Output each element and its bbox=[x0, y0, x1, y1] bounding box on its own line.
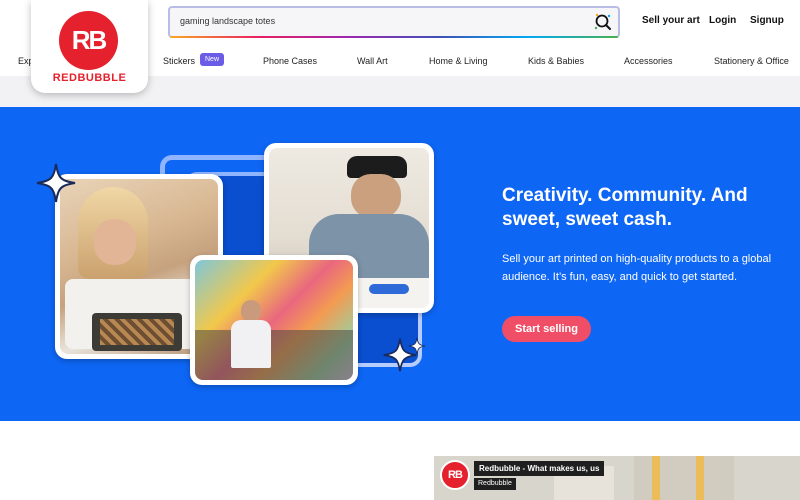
video-channel-avatar[interactable]: RB bbox=[440, 460, 470, 490]
video-frame-decor bbox=[634, 456, 734, 500]
login-link[interactable]: Login bbox=[709, 15, 736, 26]
logo-wordmark: REDBUBBLE bbox=[52, 72, 127, 84]
redbubble-logo[interactable]: RB REDBUBBLE bbox=[31, 0, 148, 93]
video-preview[interactable]: RB Redbubble - What makes us, us Redbubb… bbox=[434, 456, 800, 500]
nav-item-wall-art[interactable]: Wall Art bbox=[357, 56, 388, 66]
artist-photo-mural bbox=[190, 255, 358, 385]
search-input[interactable]: gaming landscape totes bbox=[180, 16, 275, 26]
hero-title: Creativity. Community. And sweet, sweet … bbox=[502, 185, 748, 230]
nav-item-phone-cases[interactable]: Phone Cases bbox=[263, 56, 317, 66]
hero-description: Sell your art printed on high-quality pr… bbox=[502, 253, 772, 283]
signup-link[interactable]: Signup bbox=[750, 15, 784, 26]
nav-item-home-living[interactable]: Home & Living bbox=[429, 56, 488, 66]
logo-mark: RB bbox=[59, 11, 118, 70]
nav-item-kids-babies[interactable]: Kids & Babies bbox=[528, 56, 584, 66]
sell-your-art-link[interactable]: Sell your art bbox=[642, 15, 700, 26]
nav-item-stationery-office[interactable]: Stationery & Office bbox=[714, 56, 789, 66]
search-bar[interactable]: gaming landscape totes bbox=[168, 6, 620, 38]
sparkle-icon bbox=[408, 337, 426, 355]
search-icon[interactable] bbox=[592, 11, 614, 33]
nav-item-accessories[interactable]: Accessories bbox=[624, 56, 673, 66]
new-badge: New bbox=[200, 53, 225, 66]
sparkle-icon bbox=[36, 163, 76, 203]
nav-item-stickers[interactable]: Stickers bbox=[163, 56, 195, 66]
hero-banner: Creativity. Community. And sweet, sweet … bbox=[0, 107, 800, 421]
video-title[interactable]: Redbubble - What makes us, us bbox=[474, 461, 605, 476]
start-selling-button[interactable]: Start selling bbox=[502, 316, 591, 342]
video-channel-name[interactable]: Redbubble bbox=[474, 478, 516, 490]
